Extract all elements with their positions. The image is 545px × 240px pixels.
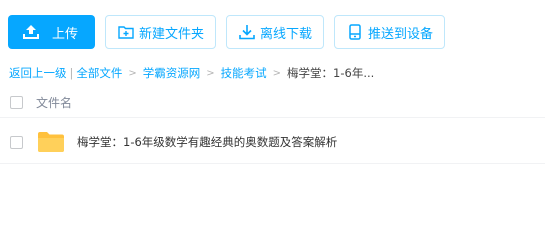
select-all-checkbox[interactable] (10, 96, 23, 109)
new-folder-label: 新建文件夹 (139, 26, 205, 42)
chevron-right-icon: > (206, 67, 215, 79)
breadcrumb-current: 梅学堂：1-6年... (287, 66, 375, 80)
breadcrumb-item-all-files[interactable]: 全部文件 (76, 65, 122, 81)
upload-icon (22, 23, 40, 41)
toolbar: 上传 新建文件夹 离线下载 推送到设备 (8, 15, 445, 49)
file-name[interactable]: 梅学堂：1-6年级数学有趣经典的奥数题及答案解析 (77, 134, 337, 150)
push-to-device-label: 推送到设备 (368, 26, 434, 42)
breadcrumb: 返回上一级 | 全部文件 > 学霸资源网 > 技能考试 > 梅学堂：1-6年..… (9, 65, 374, 81)
offline-download-label: 离线下载 (260, 26, 313, 42)
breadcrumb-back-link[interactable]: 返回上一级 (9, 65, 67, 81)
breadcrumb-item-skill-exam[interactable]: 技能考试 (221, 65, 267, 81)
chevron-right-icon: > (272, 67, 282, 79)
device-icon (346, 23, 364, 41)
folder-icon (37, 131, 65, 153)
new-folder-button[interactable]: 新建文件夹 (105, 15, 216, 49)
offline-download-button[interactable]: 离线下载 (226, 15, 324, 49)
download-icon (238, 23, 256, 41)
column-header-filename[interactable]: 文件名 (36, 94, 72, 111)
row-checkbox[interactable] (10, 135, 23, 149)
file-row[interactable]: 梅学堂：1-6年级数学有趣经典的奥数题及答案解析 (0, 121, 545, 164)
upload-button[interactable]: 上传 (8, 15, 95, 49)
chevron-right-icon: > (128, 67, 137, 79)
breadcrumb-item-xueba[interactable]: 学霸资源网 (143, 65, 201, 81)
new-folder-icon (117, 23, 135, 41)
file-list-header: 文件名 (0, 88, 545, 118)
breadcrumb-divider: | (69, 66, 74, 80)
upload-label: 上传 (52, 26, 79, 42)
push-to-device-button[interactable]: 推送到设备 (334, 15, 445, 49)
